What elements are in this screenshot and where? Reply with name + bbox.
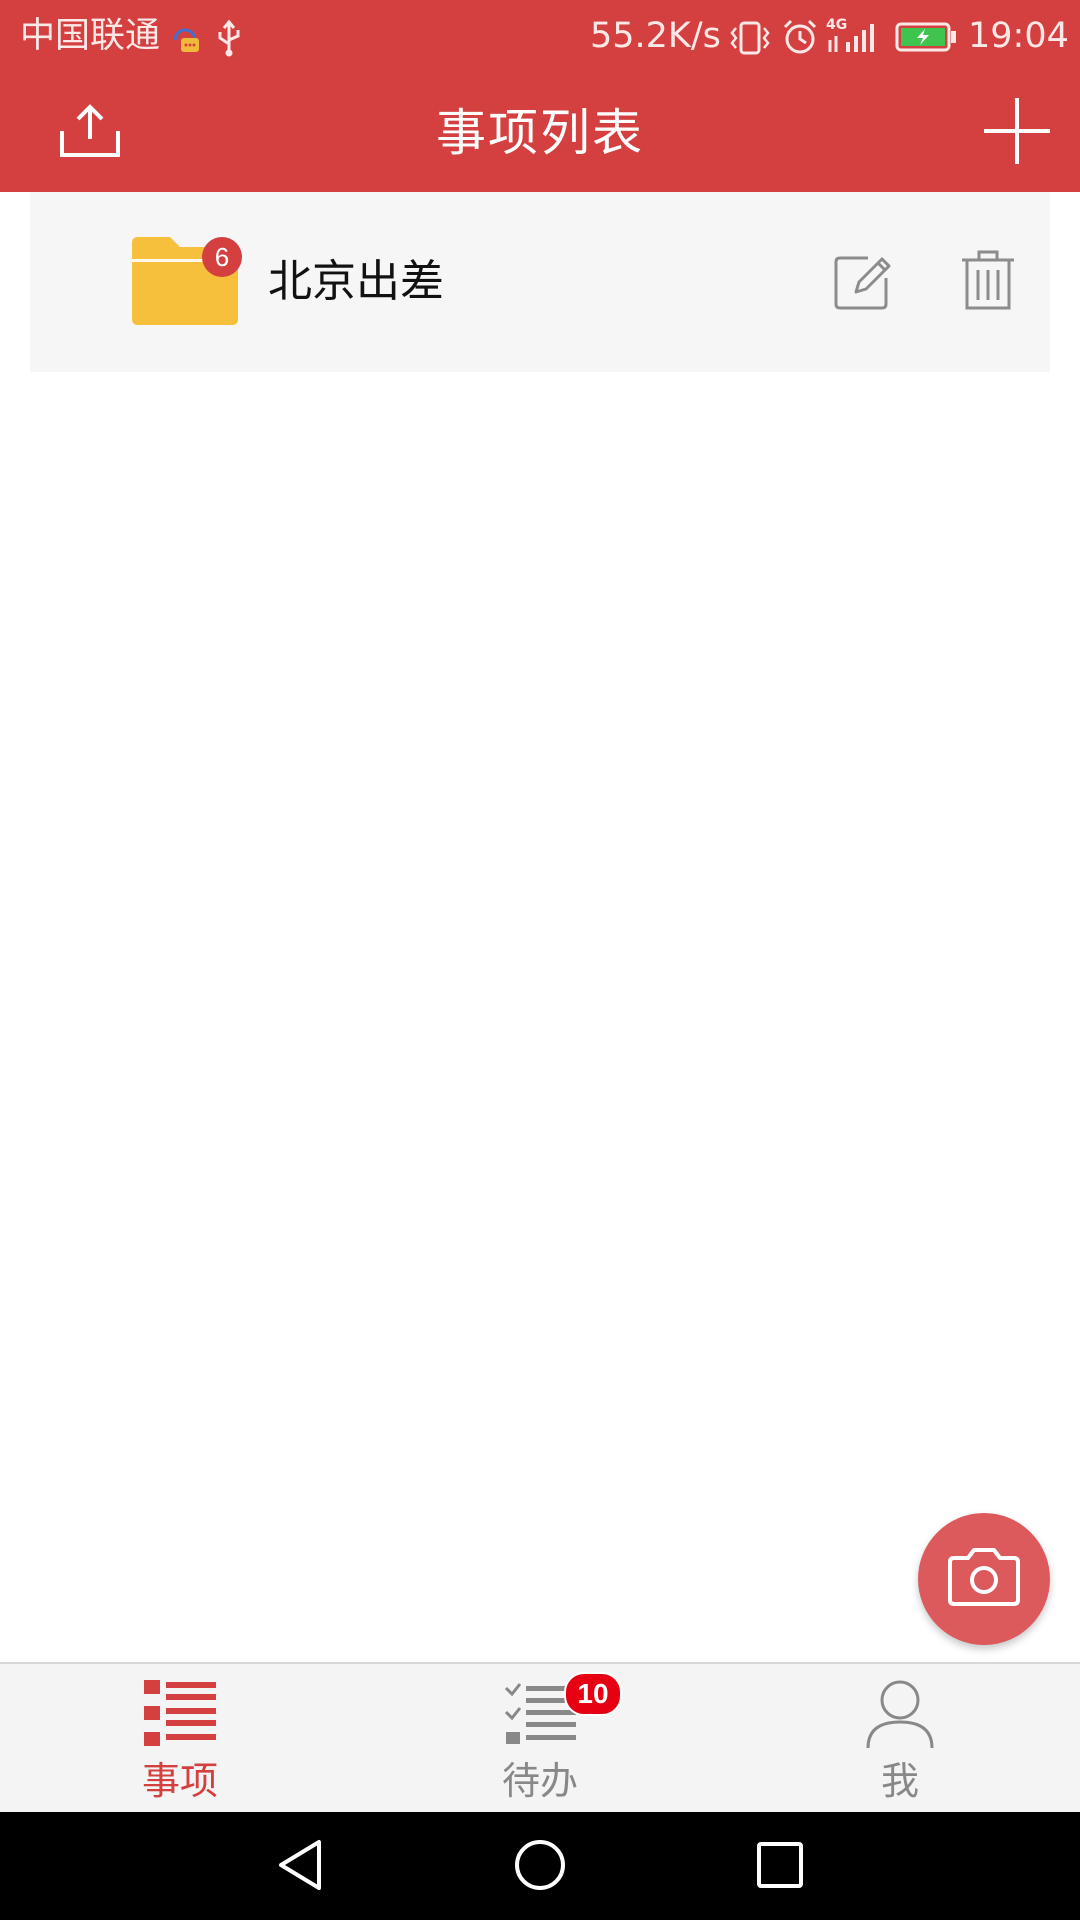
carrier-name: 中国联通 bbox=[20, 16, 161, 56]
camera-icon bbox=[946, 1546, 1022, 1612]
app-bar: 事项列表 bbox=[0, 75, 1080, 192]
back-icon bbox=[275, 1838, 325, 1896]
item-count-badge: 6 bbox=[202, 237, 242, 277]
tab-label: 待办 bbox=[501, 1759, 578, 1803]
recents-button[interactable] bbox=[740, 1832, 820, 1902]
item-list: 6 北京出差 bbox=[30, 192, 1050, 372]
list-item[interactable]: 6 北京出差 bbox=[30, 192, 1050, 372]
tab-label: 我 bbox=[880, 1759, 919, 1803]
tab-items[interactable]: 事项 bbox=[80, 1664, 280, 1814]
signal-icon bbox=[826, 16, 882, 60]
list-item-label: 北京出差 bbox=[268, 256, 444, 307]
battery-charging-icon bbox=[895, 22, 957, 56]
tab-me[interactable]: 我 bbox=[800, 1664, 1000, 1814]
camera-button[interactable] bbox=[918, 1513, 1050, 1645]
page-title: 事项列表 bbox=[436, 104, 644, 162]
home-button[interactable] bbox=[500, 1832, 580, 1902]
alarm-icon bbox=[780, 17, 820, 61]
status-bar: 中国联通 55.2K/s 4G 19:04 bbox=[0, 0, 1080, 75]
tab-label: 事项 bbox=[141, 1759, 218, 1803]
network-speed: 55.2K/s bbox=[590, 16, 721, 56]
tab-todo[interactable]: 10 待办 bbox=[440, 1664, 640, 1814]
add-icon bbox=[982, 96, 1052, 170]
usb-icon bbox=[214, 18, 244, 62]
todo-count-badge: 10 bbox=[564, 1672, 622, 1716]
person-icon bbox=[864, 1678, 936, 1754]
add-button[interactable] bbox=[967, 83, 1067, 183]
list-icon bbox=[144, 1678, 216, 1754]
trash-icon[interactable] bbox=[960, 250, 1016, 316]
edit-icon[interactable] bbox=[832, 252, 894, 316]
chat-notification-icon bbox=[167, 22, 203, 60]
home-icon bbox=[513, 1838, 567, 1896]
clock: 19:04 bbox=[968, 16, 1069, 56]
back-button[interactable] bbox=[260, 1832, 340, 1902]
system-nav-bar bbox=[0, 1812, 1080, 1920]
bottom-tab-bar: 事项 10 待办 我 bbox=[0, 1662, 1080, 1814]
vibrate-icon bbox=[728, 18, 772, 62]
recents-icon bbox=[756, 1841, 804, 1893]
